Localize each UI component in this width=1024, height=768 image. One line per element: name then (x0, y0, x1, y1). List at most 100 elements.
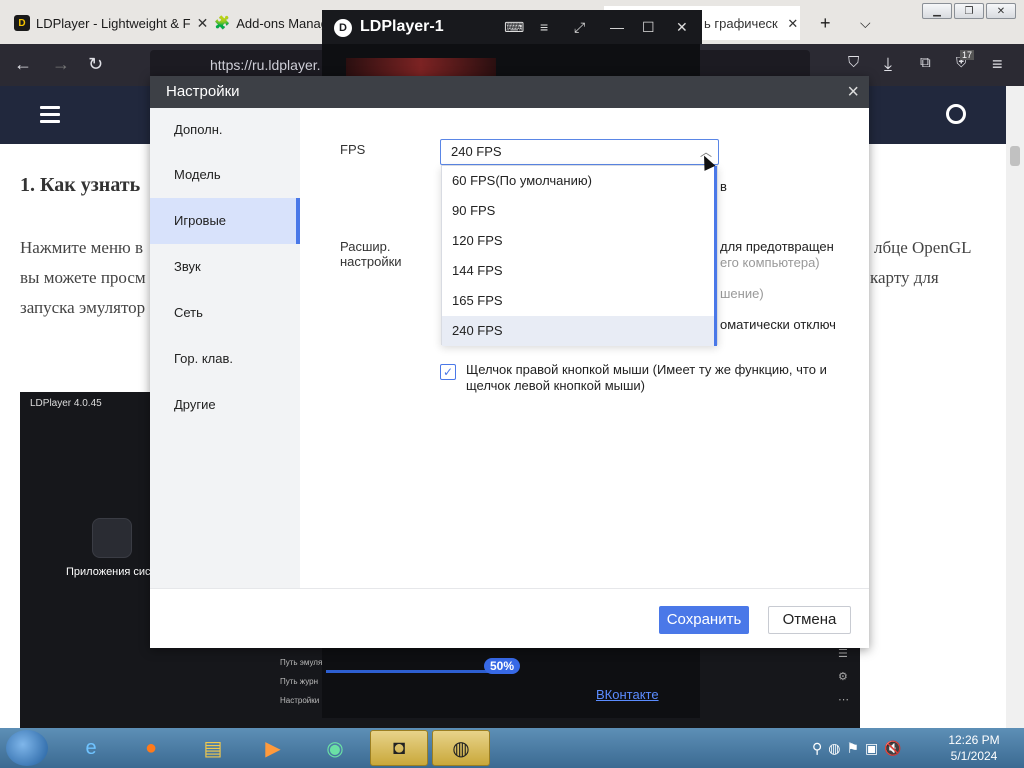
sidebar-item-game[interactable]: Игровые (150, 198, 300, 244)
search-icon[interactable]: ⚲ (812, 740, 822, 757)
sidebar-item-advanced[interactable]: Дополн. (150, 108, 300, 152)
scrollbar-thumb[interactable] (1010, 146, 1020, 166)
dots-icon: ⋯ (838, 694, 849, 706)
ldplayer-tray-icon[interactable]: ◍ (828, 740, 840, 757)
page-scrollbar[interactable] (1006, 86, 1024, 728)
settings-sidebar: Дополн. Модель Игровые Звук Сеть Гор. кл… (150, 108, 300, 588)
clock[interactable]: 12:26 PM 5/1/2024 (944, 732, 1004, 764)
right-click-label: Щелчок правой кнопкой мыши (Имеет ту же … (466, 362, 827, 393)
fps-option[interactable]: 144 FPS (442, 256, 717, 286)
extensions-icon[interactable]: ⧉ (920, 54, 931, 71)
list-item: Путь эмуля (280, 658, 323, 667)
maximize-icon[interactable]: ☐ (642, 19, 655, 36)
ldplayer-window-title: LDPlayer-1 (360, 18, 444, 35)
ldplayer-taskbar-icon[interactable]: ◘ (370, 730, 428, 766)
side-icons: ☰ ⚙ ⋯ (838, 647, 856, 706)
sidebar-item-hotkeys[interactable]: Гор. клав. (150, 336, 300, 382)
hamburger-icon[interactable] (40, 106, 60, 127)
dropdown-scrollbar[interactable] (714, 166, 717, 346)
minimize-icon[interactable]: — (610, 19, 624, 35)
settings-dialog: Настройки × Дополн. Модель Игровые Звук … (150, 76, 869, 648)
close-icon[interactable]: ✕ (676, 19, 688, 36)
chevron-down-icon[interactable]: ⌵ (852, 6, 879, 40)
setting-text: оматически отключ (720, 317, 836, 332)
system-tray: ⚲ ◍ ⚑ ▣ 🔇 (812, 728, 902, 768)
apps-icon (92, 518, 132, 558)
vk-link[interactable]: ВКонтакте (596, 687, 659, 702)
flag-icon[interactable]: ⚑ (846, 740, 859, 757)
dialog-header: Настройки × (150, 76, 869, 108)
fps-option[interactable]: 165 FPS (442, 286, 717, 316)
sidebar-item-other[interactable]: Другие (150, 382, 300, 428)
list-item: Настройки (280, 696, 320, 705)
close-icon[interactable]: ✕ (787, 16, 798, 31)
gamepad-icon[interactable]: ⌨ (504, 19, 524, 36)
list-item: Путь журн (280, 677, 319, 686)
close-button[interactable]: ✕ (986, 3, 1016, 19)
maximize-button[interactable]: ❐ (954, 3, 984, 19)
ldplayer-favicon-icon: D (14, 15, 30, 31)
firefox-icon[interactable]: ● (122, 730, 180, 766)
menu-icon[interactable]: ≡ (540, 19, 548, 35)
network-icon[interactable]: ▣ (865, 740, 878, 757)
expand-icon[interactable]: ⤢ (574, 19, 585, 36)
fps-dropdown: 60 FPS(По умолчанию) 90 FPS 120 FPS 144 … (441, 165, 718, 346)
dialog-footer: Сохранить Отмена (150, 588, 869, 648)
forward-icon[interactable]: → (52, 54, 70, 75)
right-click-checkbox[interactable]: ✓ (440, 364, 456, 380)
setting-hint: шение) (720, 286, 764, 301)
fps-option[interactable]: 60 FPS(По умолчанию) (442, 166, 717, 196)
save-button[interactable]: Сохранить (659, 606, 749, 634)
article-text: лбце OpenGL (874, 238, 972, 257)
fps-option[interactable]: 90 FPS (442, 196, 717, 226)
media-player-icon[interactable]: ▶ (244, 730, 302, 766)
setting-text: в (720, 179, 727, 194)
pocket-icon[interactable]: ⛉ (848, 54, 859, 71)
time: 12:26 PM (948, 733, 1000, 747)
fps-label: FPS (340, 142, 366, 157)
fps-option-selected[interactable]: 240 FPS (442, 316, 717, 346)
sidebar-item-network[interactable]: Сеть (150, 290, 300, 336)
cancel-button[interactable]: Отмена (768, 606, 851, 634)
screenshot-title: LDPlayer 4.0.45 (30, 398, 102, 409)
article-text: карту для (870, 268, 939, 287)
fps-select[interactable]: 240 FPS ︿ (440, 139, 719, 165)
window-controls: ▁ ❐ ✕ (922, 3, 1016, 19)
sidebar-item-model[interactable]: Модель (150, 152, 300, 198)
back-icon[interactable]: ← (14, 54, 32, 75)
reload-icon[interactable]: ↻ (88, 54, 103, 75)
url-text: https://ru.ldplayer. (210, 57, 321, 73)
start-button[interactable] (6, 730, 48, 766)
tab-label: ь графическ (704, 16, 778, 31)
fps-selected-value: 240 FPS (451, 144, 502, 159)
ie-icon[interactable]: e (62, 730, 120, 766)
new-tab-button[interactable]: + (812, 6, 839, 40)
advanced-label: Расшир. настройки (340, 239, 402, 269)
close-icon[interactable]: × (847, 76, 859, 108)
settings-content: FPS Расшир. настройки в для предотвращен… (300, 108, 869, 588)
setting-hint: его компьютера) (720, 255, 820, 270)
download-icon[interactable]: ⤓ (884, 54, 892, 75)
gear-icon: ⚙ (838, 671, 848, 683)
minimize-button[interactable]: ▁ (922, 3, 952, 19)
notification-badge: 17 (960, 50, 975, 60)
puzzle-icon: 🧩 (214, 15, 231, 30)
ldplayer-logo-icon: D (334, 19, 352, 37)
volume-icon[interactable]: 🔇 (884, 740, 901, 757)
sidebar-item-sound[interactable]: Звук (150, 244, 300, 290)
tab-label: Add-ons Manage (236, 15, 336, 31)
article-heading: 1. Как узнать (20, 174, 141, 196)
date: 5/1/2024 (950, 749, 998, 763)
list-icon: ☰ (838, 648, 848, 660)
app-icon[interactable]: ◉ (306, 730, 364, 766)
windows-taskbar: e ● ▤ ▶ ◉ ◘ ◍ ⚲ ◍ ⚑ ▣ 🔇 12:26 PM 5/1/202… (0, 728, 1024, 768)
menu-icon[interactable]: ≡ (992, 54, 1003, 75)
progress-percent: 50% (484, 658, 520, 674)
folder-icon[interactable]: ▤ (184, 730, 242, 766)
tab-ldplayer[interactable]: D LDPlayer - Lightweight & F ✕ (6, 6, 216, 40)
dialog-title: Настройки (166, 83, 240, 100)
setting-text: для предотвращен (720, 239, 834, 254)
search-icon[interactable] (946, 104, 966, 124)
fps-option[interactable]: 120 FPS (442, 226, 717, 256)
ldplayer-multi-taskbar-icon[interactable]: ◍ (432, 730, 490, 766)
